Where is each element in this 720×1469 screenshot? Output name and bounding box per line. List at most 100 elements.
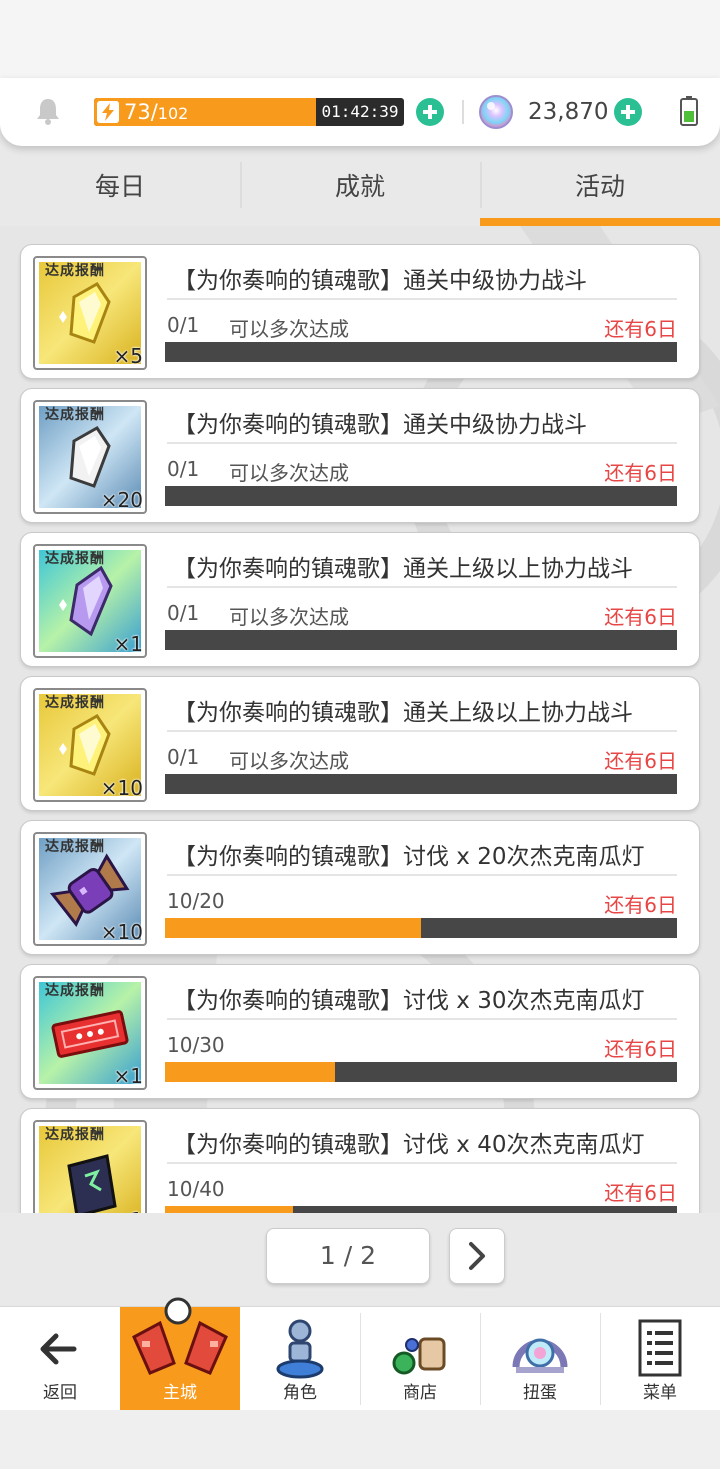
progress-text: 0/1 bbox=[167, 313, 200, 337]
system-bottom-area bbox=[0, 1410, 720, 1469]
tab-events[interactable]: 活动 bbox=[480, 162, 720, 212]
progress-bar bbox=[165, 1062, 677, 1082]
nav-label: 主城 bbox=[163, 1383, 197, 1403]
rainbow-gem-icon bbox=[479, 95, 513, 129]
menu-icon bbox=[638, 1319, 682, 1377]
title-divider bbox=[167, 1018, 677, 1020]
repeatable-note: 可以多次达成 bbox=[229, 605, 349, 629]
time-remaining: 还有6日 bbox=[604, 1181, 677, 1205]
time-remaining: 还有6日 bbox=[604, 317, 677, 341]
lightning-icon bbox=[97, 101, 119, 123]
progress-text: 10/40 bbox=[167, 1177, 225, 1201]
task-title: 【为你奏响的镇魂歌】讨伐 x 40次杰克南瓜灯 bbox=[173, 1132, 645, 1158]
gacha-icon bbox=[512, 1338, 568, 1373]
reward-label: 达成报酬 bbox=[45, 695, 105, 711]
energy-value: 73/102 bbox=[124, 100, 189, 124]
progress-bar bbox=[165, 774, 677, 794]
main-city-icon bbox=[132, 1297, 228, 1375]
progress-text: 0/1 bbox=[167, 745, 200, 769]
character-icon bbox=[276, 1319, 324, 1379]
title-divider bbox=[167, 298, 677, 300]
reward-slot[interactable]: 达成报酬 ×1 bbox=[33, 1120, 147, 1213]
task-card: 达成报酬 ×1 【为你奏响的镇魂歌】讨伐 x 30次杰克南瓜灯 10/30 还有… bbox=[20, 964, 700, 1099]
nav-character[interactable]: 角色 bbox=[240, 1307, 360, 1411]
bell-icon[interactable] bbox=[34, 96, 62, 126]
task-list[interactable]: 达成报酬 ×5 【为你奏响的镇魂歌】通关中级协力战斗 0/1 可以多次达成 还有… bbox=[0, 226, 720, 1213]
gem-count: 23,870 bbox=[528, 99, 609, 125]
progress-fill bbox=[165, 1062, 336, 1082]
nav-label: 扭蛋 bbox=[523, 1383, 557, 1403]
reward-slot[interactable]: 达成报酬 ×10 bbox=[33, 832, 147, 946]
task-card: 达成报酬 ×1 【为你奏响的镇魂歌】通关上级以上协力战斗 0/1 可以多次达成 … bbox=[20, 532, 700, 667]
tab-achievements[interactable]: 成就 bbox=[240, 162, 480, 212]
add-gems-button[interactable] bbox=[614, 98, 642, 126]
nav-gacha[interactable]: 扭蛋 bbox=[480, 1307, 600, 1411]
progress-text: 0/1 bbox=[167, 601, 200, 625]
nav-label: 菜单 bbox=[643, 1383, 677, 1403]
title-divider bbox=[167, 442, 677, 444]
reward-slot[interactable]: 达成报酬 ×5 bbox=[33, 256, 147, 370]
add-energy-button[interactable] bbox=[416, 98, 444, 126]
progress-bar bbox=[165, 1206, 677, 1213]
reward-slot[interactable]: 达成报酬 ×1 bbox=[33, 976, 147, 1090]
bottom-navigation: 返回 主城 角色 商店 扭蛋 菜单 bbox=[0, 1297, 720, 1411]
progress-text: 10/20 bbox=[167, 889, 225, 913]
title-divider bbox=[167, 586, 677, 588]
nav-back[interactable]: 返回 bbox=[0, 1307, 120, 1411]
time-remaining: 还有6日 bbox=[604, 749, 677, 773]
task-card: 达成报酬 ×10 【为你奏响的镇魂歌】讨伐 x 20次杰克南瓜灯 10/20 还… bbox=[20, 820, 700, 955]
task-card: 达成报酬 ×10 【为你奏响的镇魂歌】通关上级以上协力战斗 0/1 可以多次达成… bbox=[20, 676, 700, 811]
nav-menu[interactable]: 菜单 bbox=[600, 1307, 720, 1411]
task-card: 达成报酬 ×1 【为你奏响的镇魂歌】讨伐 x 40次杰克南瓜灯 10/40 还有… bbox=[20, 1108, 700, 1213]
task-title: 【为你奏响的镇魂歌】通关上级以上协力战斗 bbox=[173, 556, 633, 582]
task-title: 【为你奏响的镇魂歌】通关中级协力战斗 bbox=[173, 268, 587, 294]
time-remaining: 还有6日 bbox=[604, 461, 677, 485]
reward-quantity: ×10 bbox=[100, 920, 143, 944]
time-remaining: 还有6日 bbox=[604, 893, 677, 917]
progress-bar bbox=[165, 342, 677, 362]
shop-icon bbox=[392, 1337, 446, 1375]
page-indicator: 1 / 2 bbox=[266, 1228, 430, 1284]
active-tab-indicator bbox=[480, 218, 720, 226]
tab-daily[interactable]: 每日 bbox=[0, 162, 240, 212]
time-remaining: 还有6日 bbox=[604, 605, 677, 629]
progress-text: 10/30 bbox=[167, 1033, 225, 1057]
reward-label: 达成报酬 bbox=[45, 263, 105, 279]
reward-quantity: ×1 bbox=[114, 1208, 143, 1213]
time-remaining: 还有6日 bbox=[604, 1037, 677, 1061]
repeatable-note: 可以多次达成 bbox=[229, 317, 349, 341]
next-page-button[interactable] bbox=[449, 1228, 505, 1284]
repeatable-note: 可以多次达成 bbox=[229, 461, 349, 485]
title-divider bbox=[167, 1162, 677, 1164]
task-card: 达成报酬 ×5 【为你奏响的镇魂歌】通关中级协力战斗 0/1 可以多次达成 还有… bbox=[20, 244, 700, 379]
task-title: 【为你奏响的镇魂歌】讨伐 x 30次杰克南瓜灯 bbox=[173, 988, 645, 1014]
reward-slot[interactable]: 达成报酬 ×1 bbox=[33, 544, 147, 658]
reward-label: 达成报酬 bbox=[45, 1127, 105, 1143]
status-bar: 73/102 01:42:39 23,870 bbox=[0, 78, 720, 146]
reward-label: 达成报酬 bbox=[45, 551, 105, 567]
tab-bar: 每日 成就 活动 bbox=[0, 146, 720, 226]
title-divider bbox=[167, 730, 677, 732]
top-margin bbox=[0, 0, 720, 80]
status-divider bbox=[462, 100, 464, 124]
nav-label: 返回 bbox=[43, 1383, 77, 1403]
reward-label: 达成报酬 bbox=[45, 983, 105, 999]
reward-quantity: ×5 bbox=[113, 344, 143, 368]
task-title: 【为你奏响的镇魂歌】通关上级以上协力战斗 bbox=[173, 700, 633, 726]
progress-bar bbox=[165, 486, 677, 506]
reward-slot[interactable]: 达成报酬 ×10 bbox=[33, 688, 147, 802]
progress-bar bbox=[165, 630, 677, 650]
nav-shop[interactable]: 商店 bbox=[360, 1307, 480, 1411]
battery-icon bbox=[680, 96, 698, 126]
reward-quantity: ×10 bbox=[100, 776, 143, 800]
task-title: 【为你奏响的镇魂歌】讨伐 x 20次杰克南瓜灯 bbox=[173, 844, 645, 870]
reward-quantity: ×20 bbox=[100, 488, 143, 512]
progress-fill bbox=[165, 1206, 293, 1213]
title-divider bbox=[167, 874, 677, 876]
task-title: 【为你奏响的镇魂歌】通关中级协力战斗 bbox=[173, 412, 587, 438]
nav-main-city[interactable]: 主城 bbox=[120, 1297, 240, 1411]
reward-slot[interactable]: 达成报酬 ×20 bbox=[33, 400, 147, 514]
progress-fill bbox=[165, 918, 421, 938]
energy-bar: 73/102 01:42:39 bbox=[94, 98, 404, 126]
nav-label: 角色 bbox=[283, 1383, 317, 1403]
